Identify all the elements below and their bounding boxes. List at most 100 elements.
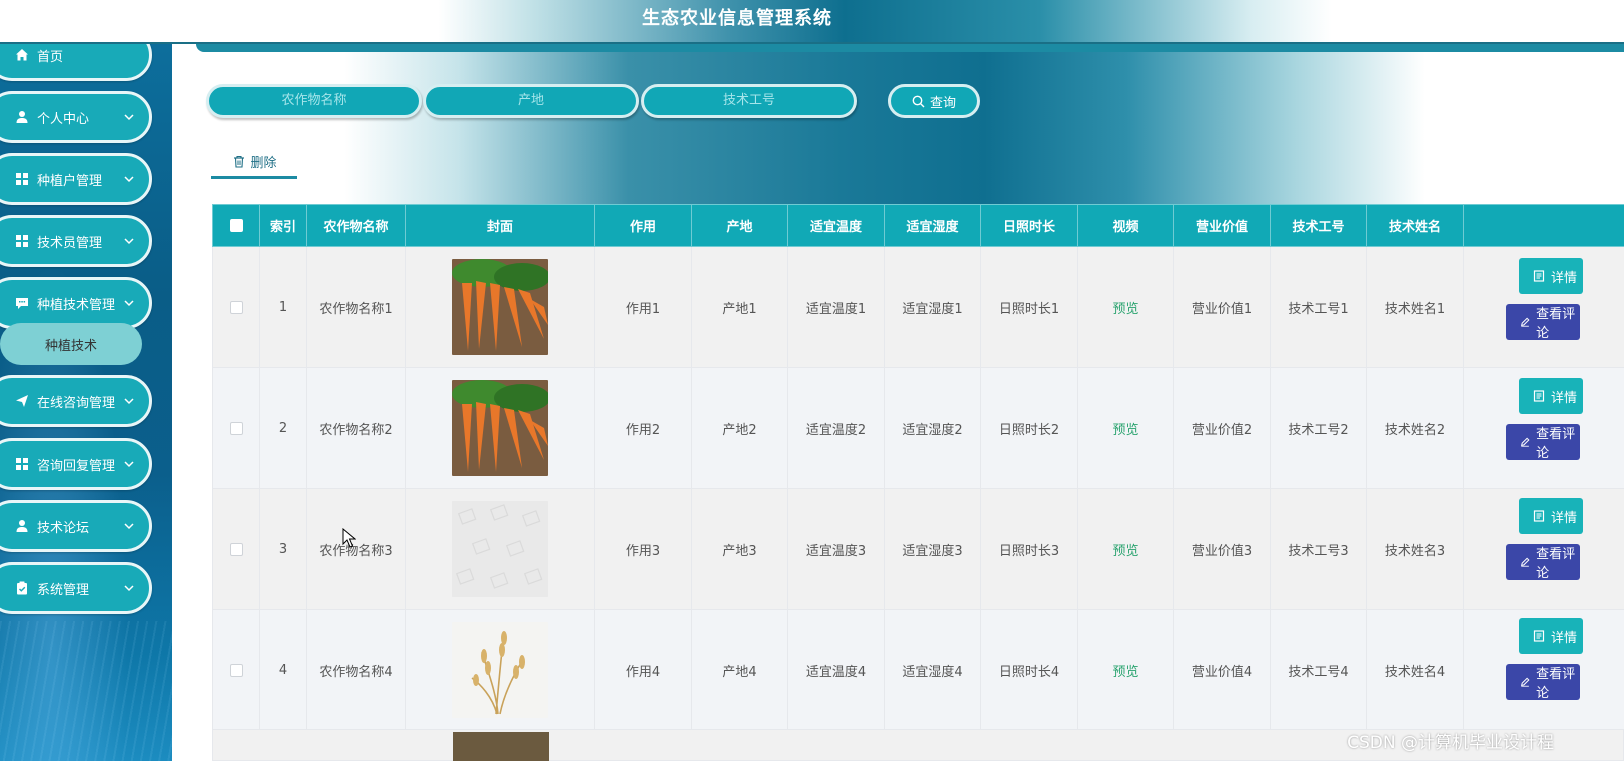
sidebar-item-label: 个人中心 — [37, 111, 90, 127]
sidebar-item-personal-center[interactable]: 个人中心 — [0, 91, 152, 143]
cell-tech-name: 技术姓名3 — [1366, 488, 1464, 610]
cell-humidity: 适宜湿度1 — [884, 246, 981, 368]
detail-button-label: 详情 — [1551, 390, 1578, 406]
column-header: 适宜温度 — [787, 204, 885, 247]
cell-temperature: 适宜温度1 — [787, 246, 885, 368]
trash-icon — [234, 155, 245, 168]
cell-tech-id: 技术工号4 — [1270, 609, 1367, 731]
sidebar-item-label: 在线咨询管理 — [37, 395, 116, 411]
sidebar-item-planter-management[interactable]: 种植户管理 — [0, 153, 152, 205]
video-preview-link[interactable]: 预览 — [1077, 246, 1174, 368]
column-header: 技术姓名 — [1366, 204, 1464, 247]
cell-tech-name: 技术姓名4 — [1366, 609, 1464, 731]
chevron-down-icon — [124, 300, 134, 307]
row-checkbox[interactable] — [229, 542, 243, 556]
user-icon — [15, 110, 29, 124]
send-icon — [15, 394, 29, 408]
user-icon — [15, 519, 29, 533]
row-checkbox[interactable] — [229, 300, 243, 314]
cell-origin: 产地2 — [691, 367, 788, 489]
sidebar-item-system-management[interactable]: 系统管理 — [0, 562, 152, 614]
delete-tab-underline — [211, 176, 297, 179]
cell-crop-name: 农作物名称1 — [306, 246, 406, 368]
cell-origin: 产地1 — [691, 246, 788, 368]
submenu-item-planting-tech[interactable]: 种植技术 — [0, 323, 142, 365]
document-icon — [1533, 390, 1545, 402]
cell-crop-name: 农作物名称4 — [306, 609, 406, 731]
crop-table: 索引 农作物名称 封面 作用 产地 适宜温度 适宜湿度 日照时长 视频 营业价值… — [212, 204, 1624, 731]
row-checkbox[interactable] — [229, 663, 243, 677]
sidebar-item-consult-reply-management[interactable]: 咨询回复管理 — [0, 438, 152, 490]
cell-cover — [405, 488, 595, 610]
detail-button[interactable]: 详情 — [1519, 618, 1583, 654]
detail-button[interactable]: 详情 — [1519, 378, 1583, 414]
cell-index: 1 — [259, 246, 307, 368]
cell-cover — [405, 609, 595, 731]
document-icon — [1533, 510, 1545, 522]
sidebar-item-online-consult-management[interactable]: 在线咨询管理 — [0, 375, 152, 427]
view-comments-button-label: 查看评论 — [1536, 667, 1576, 701]
sidebar-item-planting-tech-management[interactable]: 种植技术管理 — [0, 277, 152, 329]
search-icon — [912, 95, 925, 107]
row-checkbox[interactable] — [229, 421, 243, 435]
grid-icon — [15, 457, 29, 471]
video-preview-link[interactable]: 预览 — [1077, 367, 1174, 489]
edit-icon — [1521, 557, 1530, 567]
app-title: 生态农业信息管理系统 — [642, 8, 832, 29]
select-all-checkbox[interactable] — [229, 219, 243, 232]
cell-crop-name: 农作物名称2 — [306, 367, 406, 489]
view-comments-button[interactable]: 查看评论 — [1506, 544, 1580, 581]
image-placeholder[interactable] — [452, 501, 548, 597]
tech-id-search-input[interactable]: 技术工号 — [641, 84, 857, 118]
detail-button[interactable]: 详情 — [1519, 258, 1583, 294]
sidebar-item-label: 系统管理 — [37, 582, 90, 598]
crop-name-search-input[interactable]: 农作物名称 — [206, 84, 422, 118]
video-preview-link[interactable]: 预览 — [1077, 609, 1174, 731]
column-header: 适宜湿度 — [884, 204, 981, 247]
select-all-header[interactable] — [212, 204, 260, 247]
cell-sunlight: 日照时长4 — [980, 609, 1078, 731]
video-preview-link[interactable]: 预览 — [1077, 488, 1174, 610]
main-banner-background — [202, 44, 1624, 204]
cell-crop-name: 农作物名称3 — [306, 488, 406, 610]
cell-origin: 产地4 — [691, 609, 788, 731]
home-icon — [15, 48, 29, 62]
sidebar-item-tech-forum[interactable]: 技术论坛 — [0, 500, 152, 552]
table-header-row: 索引 农作物名称 封面 作用 产地 适宜温度 适宜湿度 日照时长 视频 营业价值… — [212, 204, 1624, 247]
sidebar-item-label: 技术论坛 — [37, 520, 90, 536]
view-comments-button[interactable]: 查看评论 — [1506, 304, 1580, 341]
view-comments-button[interactable]: 查看评论 — [1506, 424, 1580, 461]
wheat-cover-image[interactable] — [452, 622, 548, 718]
sidebar-item-label: 首页 — [37, 49, 64, 65]
cell-effect: 作用4 — [594, 609, 692, 731]
cell-temperature: 适宜温度4 — [787, 609, 885, 731]
cell-humidity: 适宜湿度4 — [884, 609, 981, 731]
cell-index: 4 — [259, 609, 307, 731]
sidebar-item-home[interactable]: 首页 — [0, 44, 152, 81]
carrot-cover-image[interactable] — [452, 259, 548, 355]
column-header: 封面 — [405, 204, 595, 247]
table-row: 1 农作物名称1 作用1 产地1 适宜温度1 适宜湿度1 日照时长1 预览 营业… — [212, 246, 1624, 368]
main-top-bar — [196, 44, 1624, 52]
chevron-down-icon — [124, 176, 134, 183]
detail-button[interactable]: 详情 — [1519, 498, 1583, 534]
sidebar-item-label: 种植户管理 — [37, 173, 103, 189]
column-header: 技术工号 — [1270, 204, 1367, 247]
view-comments-button-label: 查看评论 — [1536, 307, 1576, 341]
cell-business-value: 营业价值3 — [1173, 488, 1271, 610]
search-button[interactable]: 查询 — [888, 84, 980, 118]
sidebar: 首页 个人中心 种植户管理 技术员管理 种植技术管理 种植技术 在线咨询管理 咨… — [0, 44, 172, 761]
view-comments-button[interactable]: 查看评论 — [1506, 664, 1580, 701]
origin-search-input[interactable]: 产地 — [423, 84, 639, 118]
clipboard-icon — [15, 581, 29, 595]
sidebar-item-technician-management[interactable]: 技术员管理 — [0, 215, 152, 267]
delete-button[interactable]: 删除 — [212, 144, 298, 178]
search-button-label: 查询 — [929, 95, 956, 111]
column-header: 农作物名称 — [306, 204, 406, 247]
carrot-cover-image[interactable] — [452, 380, 548, 476]
column-header: 产地 — [691, 204, 788, 247]
chevron-down-icon — [124, 114, 134, 121]
cell-tech-id: 技术工号1 — [1270, 246, 1367, 368]
carrot-cover-image — [453, 732, 549, 761]
edit-icon — [1521, 677, 1530, 687]
